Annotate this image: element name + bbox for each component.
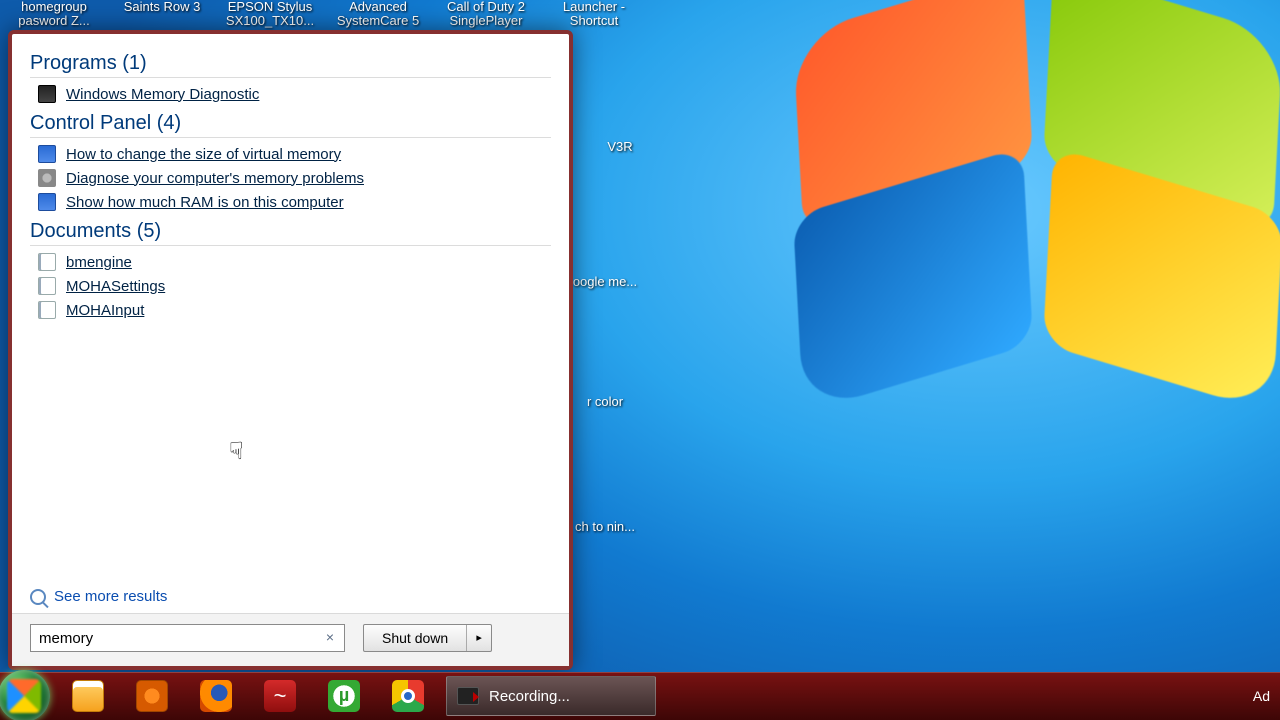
- wallpaper-windows-logo: [760, 0, 1280, 430]
- task-label: Recording...: [489, 688, 570, 705]
- see-more-label: See more results: [54, 588, 167, 605]
- file-icon: [595, 85, 645, 135]
- explorer-icon[interactable]: [59, 676, 117, 716]
- desktop-shortcut[interactable]: Advanced SystemCare 5: [324, 0, 432, 30]
- start-menu-results: Programs (1) Windows Memory Diagnostic Con…: [12, 34, 569, 580]
- start-menu-footer: × Shut down ▸: [12, 613, 569, 666]
- desktop-item[interactable]: oogle me...: [560, 220, 650, 289]
- search-input[interactable]: [30, 624, 345, 652]
- desktop: homegroup pasword Z...Saints Row 3EPSON …: [0, 0, 1280, 720]
- wmp-icon-glyph: [136, 680, 168, 712]
- result-label: How to change the size of virtual memory: [66, 146, 341, 163]
- taskbar-pinned: ~: [56, 676, 440, 716]
- start-button[interactable]: [0, 670, 50, 720]
- result-group-header: Programs (1): [30, 52, 551, 78]
- desktop-shortcut[interactable]: Call of Duty 2 SinglePlayer: [432, 0, 540, 30]
- desktop-item[interactable]: ch to nin...: [560, 465, 650, 534]
- result-label: Show how much RAM is on this computer: [66, 194, 344, 211]
- result-label: MOHASettings: [66, 278, 165, 295]
- file-icon: [580, 465, 630, 515]
- clear-search-button[interactable]: ×: [321, 628, 339, 646]
- taskbar: ~ Recording... Ad: [0, 672, 1280, 720]
- desktop-shortcut[interactable]: homegroup pasword Z...: [0, 0, 108, 30]
- search-icon: [30, 589, 46, 605]
- result-group-header: Documents (5): [30, 220, 551, 246]
- search-box: ×: [30, 624, 345, 652]
- shutdown-options-button[interactable]: ▸: [467, 625, 491, 651]
- result-label: MOHAInput: [66, 302, 144, 319]
- taskbar-tray[interactable]: Ad: [1253, 688, 1274, 704]
- search-result-item[interactable]: How to change the size of virtual memory: [30, 142, 551, 166]
- search-result-item[interactable]: Windows Memory Diagnostic: [30, 82, 551, 106]
- shutdown-button[interactable]: Shut down: [364, 625, 467, 651]
- explorer-icon-glyph: [72, 680, 104, 712]
- desktop-item-label: oogle me...: [560, 274, 650, 289]
- see-more-results-link[interactable]: See more results: [12, 580, 569, 613]
- desktop-shortcut[interactable]: Launcher - Shortcut: [540, 0, 648, 30]
- desktop-shortcut[interactable]: Saints Row 3: [108, 0, 216, 30]
- app-red-icon[interactable]: ~: [251, 676, 309, 716]
- utorrent-icon[interactable]: [315, 676, 373, 716]
- desktop-item[interactable]: r color: [560, 340, 650, 409]
- desktop-item-label: ch to nin...: [560, 519, 650, 534]
- desktop-item-label: V3R: [575, 139, 665, 154]
- desktop-shortcut-row: homegroup pasword Z...Saints Row 3EPSON …: [0, 0, 1280, 30]
- desktop-shortcut[interactable]: EPSON Stylus SX100_TX10...: [216, 0, 324, 30]
- chrome-icon-glyph: [392, 680, 424, 712]
- search-result-item[interactable]: MOHAInput: [30, 298, 551, 322]
- search-result-item[interactable]: Diagnose your computer's memory problems: [30, 166, 551, 190]
- search-result-item[interactable]: MOHASettings: [30, 274, 551, 298]
- result-label: Windows Memory Diagnostic: [66, 86, 259, 103]
- result-label: Diagnose your computer's memory problems: [66, 170, 364, 187]
- result-icon: [38, 169, 56, 187]
- file-icon: [580, 220, 630, 270]
- firefox-icon[interactable]: [187, 676, 245, 716]
- result-label: bmengine: [66, 254, 132, 271]
- taskbar-task-recording[interactable]: Recording...: [446, 676, 656, 716]
- chrome-icon[interactable]: [379, 676, 437, 716]
- app-red-icon-glyph: ~: [264, 680, 296, 712]
- result-icon: [38, 85, 56, 103]
- start-menu: Programs (1) Windows Memory Diagnostic Con…: [8, 30, 573, 670]
- result-icon: [38, 301, 56, 319]
- result-icon: [38, 145, 56, 163]
- wmp-icon[interactable]: [123, 676, 181, 716]
- utorrent-icon-glyph: [328, 680, 360, 712]
- file-icon: [580, 340, 630, 390]
- desktop-item[interactable]: V3R: [575, 85, 665, 154]
- desktop-item-label: r color: [560, 394, 650, 409]
- result-icon: [38, 253, 56, 271]
- result-icon: [38, 277, 56, 295]
- search-result-item[interactable]: Show how much RAM is on this computer: [30, 190, 551, 214]
- result-group-header: Control Panel (4): [30, 112, 551, 138]
- result-icon: [38, 193, 56, 211]
- camera-icon: [457, 687, 479, 705]
- search-result-item[interactable]: bmengine: [30, 250, 551, 274]
- firefox-icon-glyph: [200, 680, 232, 712]
- shutdown-split-button: Shut down ▸: [363, 624, 492, 652]
